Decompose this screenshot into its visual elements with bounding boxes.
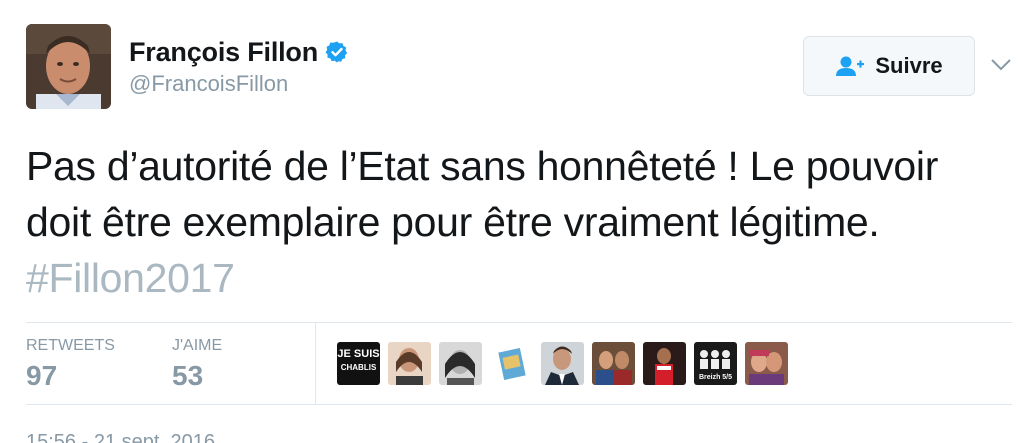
user-info: François Fillon @FrancoisFillon (129, 36, 349, 98)
liker-avatar[interactable] (388, 342, 431, 385)
tweet-body: Pas d’autorité de l’Etat sans honnêteté … (26, 143, 939, 245)
display-name[interactable]: François Fillon (129, 36, 349, 68)
retweets-label: RETWEETS (26, 337, 115, 354)
liker-avatar[interactable] (439, 342, 482, 385)
liker-avatar[interactable] (643, 342, 686, 385)
liker-avatar[interactable] (592, 342, 635, 385)
likes-label: J'AIME (172, 337, 223, 354)
retweets-stat[interactable]: RETWEETS 97 (26, 336, 115, 394)
likes-stat[interactable]: J'AIME 53 (172, 336, 222, 394)
profile-avatar[interactable] (26, 24, 111, 109)
liker-avatar[interactable] (541, 342, 584, 385)
chevron-down-icon[interactable] (990, 58, 1012, 72)
follow-button[interactable]: Suivre (803, 36, 975, 96)
tweet-text: Pas d’autorité de l’Etat sans honnêteté … (26, 138, 1006, 306)
retweets-count: 97 (26, 360, 58, 391)
divider (26, 404, 1012, 405)
liker-avatar[interactable]: JE SUIS CHABLIS (337, 342, 380, 385)
user-handle[interactable]: @FrancoisFillon (129, 70, 349, 98)
verified-badge-icon (325, 41, 348, 63)
likes-count: 53 (172, 360, 204, 391)
stats-separator (315, 323, 316, 404)
divider (26, 322, 1012, 323)
add-user-icon (836, 56, 865, 76)
tweet-timestamp[interactable]: 15:56 - 21 sept. 2016 (26, 430, 215, 443)
liker-avatar[interactable]: Breizh 5/5 (694, 342, 737, 385)
liker-avatar[interactable] (490, 342, 533, 385)
tweet-card: François Fillon @FrancoisFillon Suivre P… (0, 0, 1024, 443)
follow-button-label: Suivre (875, 53, 943, 78)
liker-avatar[interactable] (745, 342, 788, 385)
likers-list: JE SUIS CHABLIS Breizh 5/5 (337, 342, 796, 385)
hashtag-link[interactable]: #Fillon2017 (26, 255, 235, 301)
